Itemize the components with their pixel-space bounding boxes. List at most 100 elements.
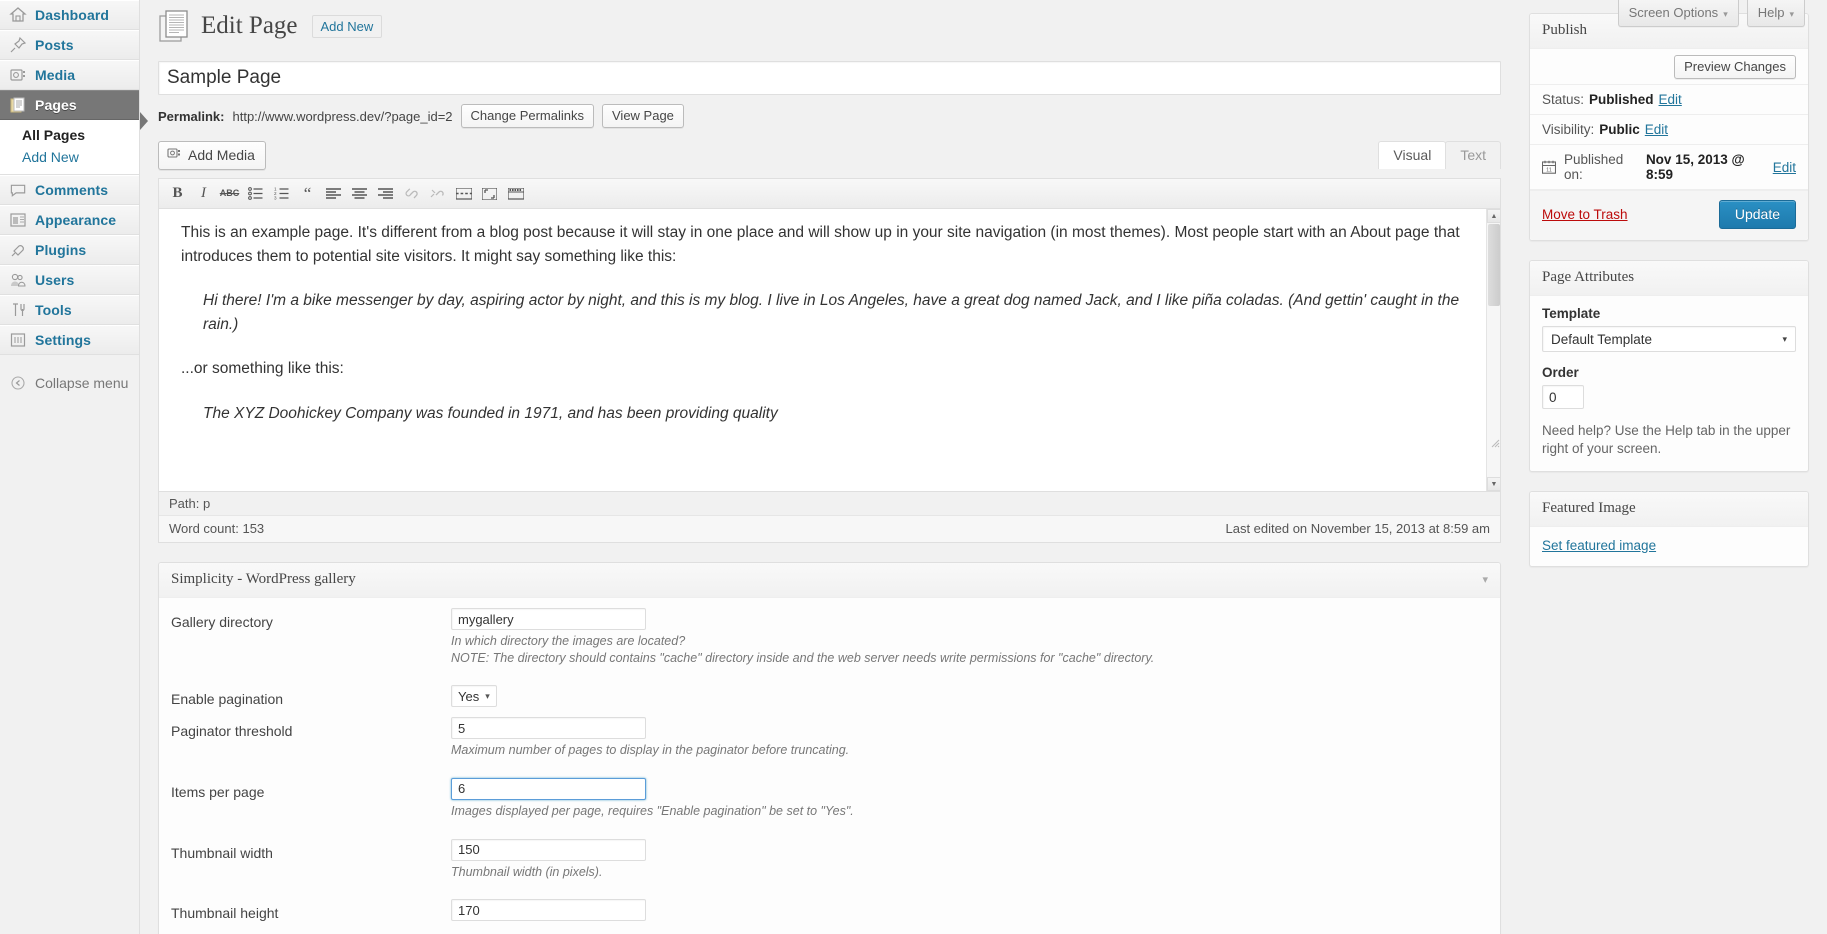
italic-icon[interactable]: I (191, 182, 216, 206)
page-attributes-title[interactable]: Page Attributes (1530, 261, 1808, 296)
svg-text:3: 3 (274, 196, 277, 200)
side-column: Publish Preview Changes Status: Publishe… (1529, 0, 1809, 934)
settings-icon (8, 330, 28, 350)
sidebar-item-tools[interactable]: Tools (0, 295, 139, 325)
thumbnail-width-input[interactable] (451, 838, 646, 861)
editor-toolbar: B I ABC 123 “ (159, 179, 1500, 209)
permalink-label: Permalink: (158, 108, 225, 124)
field-label: Gallery directory (171, 614, 273, 630)
post-status-row: Status: Published Edit (1530, 85, 1808, 115)
screen-options-toggle[interactable]: Screen Options ▾ (1617, 0, 1739, 27)
field-row-paginator-threshold: Paginator threshold Maximum number of pa… (171, 717, 1488, 760)
sidebar-item-pages[interactable]: Pages (0, 90, 139, 120)
sidebar-item-posts[interactable]: Posts (0, 30, 139, 60)
gallery-metabox-inside: Gallery directory In which directory the… (159, 598, 1500, 934)
preview-changes-button[interactable]: Preview Changes (1674, 55, 1796, 79)
sidebar-item-dashboard[interactable]: Dashboard (0, 0, 139, 30)
posts-pin-icon (8, 35, 28, 55)
sidebar-item-users[interactable]: Users (0, 265, 139, 295)
featured-image-title[interactable]: Featured Image (1530, 491, 1808, 527)
tab-text-label: Text (1460, 147, 1486, 163)
editor-resize-handle[interactable] (1488, 435, 1500, 448)
strikethrough-icon[interactable]: ABC (217, 182, 242, 206)
sidebar-item-label: Comments (35, 182, 109, 198)
paginator-threshold-input[interactable] (451, 717, 646, 740)
tab-visual[interactable]: Visual (1378, 141, 1447, 169)
scroll-up-arrow-icon[interactable]: ▲ (1487, 209, 1500, 223)
sidebar-submenu-item-all-pages[interactable]: All Pages (0, 124, 139, 146)
field-label: Thumbnail height (171, 905, 279, 922)
sidebar-item-label: Appearance (35, 212, 117, 228)
change-permalinks-button[interactable]: Change Permalinks (460, 104, 594, 128)
sidebar-item-label: Tools (35, 302, 72, 318)
screen-options-label: Screen Options (1628, 5, 1719, 20)
status-edit-link[interactable]: Edit (1659, 92, 1682, 107)
ordered-list-icon[interactable]: 123 (269, 182, 294, 206)
editor-scrollbar[interactable]: ▲ ▼ (1486, 209, 1500, 491)
publish-box: Publish Preview Changes Status: Publishe… (1529, 13, 1809, 241)
published-edit-link[interactable]: Edit (1773, 160, 1796, 175)
sidebar-item-media[interactable]: Media (0, 60, 139, 90)
view-page-button[interactable]: View Page (602, 104, 684, 128)
blockquote-icon[interactable]: “ (295, 182, 320, 206)
field-row-enable-pagination: Enable pagination Yes ▾ (171, 685, 1488, 708)
bold-icon[interactable]: B (165, 182, 190, 206)
gallery-directory-input[interactable] (451, 608, 646, 630)
items-per-page-input[interactable] (451, 777, 646, 800)
scrollbar-thumb[interactable] (1488, 224, 1500, 306)
add-new-button[interactable]: Add New (311, 14, 383, 38)
order-label: Order (1542, 365, 1579, 380)
menu-order-input[interactable] (1542, 385, 1584, 409)
admin-sidebar: Dashboard Posts Media Pages All Pages Ad… (0, 0, 148, 934)
chevron-down-icon: ▾ (1782, 333, 1787, 344)
sidebar-item-plugins[interactable]: Plugins (0, 235, 139, 265)
dashboard-icon (8, 5, 28, 25)
gallery-metabox-header[interactable]: Simplicity - WordPress gallery ▾ (159, 563, 1500, 598)
sidebar-item-settings[interactable]: Settings (0, 325, 139, 355)
collapse-menu-button[interactable]: Collapse menu (0, 369, 139, 397)
add-media-button[interactable]: Add Media (158, 141, 266, 170)
enable-pagination-select[interactable]: Yes ▾ (451, 685, 497, 708)
post-title-input[interactable] (158, 61, 1501, 95)
collapse-menu-label: Collapse menu (35, 375, 129, 391)
chevron-down-icon[interactable]: ▾ (1482, 573, 1488, 586)
align-right-icon[interactable] (373, 182, 398, 206)
field-description: Thumbnail width (in pixels). (451, 864, 603, 879)
sidebar-submenu-pages: All Pages Add New (0, 120, 139, 175)
field-row-items-per-page: Items per page Images displayed per page… (171, 777, 1488, 821)
align-center-icon[interactable] (347, 182, 372, 206)
unlink-icon[interactable] (425, 182, 450, 206)
sidebar-submenu-item-add-new[interactable]: Add New (0, 146, 139, 168)
editor-body[interactable]: This is an example page. It's different … (159, 209, 1500, 491)
field-label: Enable pagination (171, 691, 284, 708)
unordered-list-icon[interactable] (243, 182, 268, 206)
tab-text[interactable]: Text (1445, 141, 1501, 169)
help-toggle[interactable]: Help ▾ (1746, 0, 1805, 27)
editor-blockquote-1: Hi there! I'm a bike messenger by day, a… (203, 292, 1460, 333)
scroll-down-arrow-icon[interactable]: ▼ (1487, 477, 1500, 491)
align-left-icon[interactable] (321, 182, 346, 206)
field-description-note: NOTE: The directory should contains "cac… (451, 650, 1155, 665)
visibility-edit-link[interactable]: Edit (1645, 122, 1668, 137)
field-row-gallery-directory: Gallery directory In which directory the… (171, 608, 1488, 667)
published-label: Published on: (1564, 152, 1624, 182)
update-button[interactable]: Update (1718, 200, 1796, 229)
template-label: Template (1542, 306, 1601, 321)
sidebar-item-comments[interactable]: Comments (0, 175, 139, 205)
comments-bubble-icon (8, 180, 28, 200)
template-select[interactable]: Default Template ▾ (1542, 326, 1796, 352)
editor-content[interactable]: This is an example page. It's different … (159, 209, 1500, 425)
sidebar-item-appearance[interactable]: Appearance (0, 205, 139, 235)
insert-more-tag-icon[interactable] (451, 182, 476, 206)
set-featured-image-link[interactable]: Set featured image (1542, 538, 1656, 553)
pages-icon (8, 95, 28, 115)
chevron-down-icon: ▾ (1723, 9, 1728, 19)
editor-path: Path: p (159, 492, 1500, 516)
insert-link-icon[interactable] (399, 182, 424, 206)
fullscreen-icon[interactable] (477, 182, 502, 206)
add-media-label: Add Media (188, 147, 255, 163)
chevron-down-icon: ▾ (485, 690, 490, 701)
move-to-trash-link[interactable]: Move to Trash (1542, 207, 1628, 222)
kitchen-sink-icon[interactable] (503, 182, 528, 206)
thumbnail-height-input[interactable] (451, 899, 646, 922)
